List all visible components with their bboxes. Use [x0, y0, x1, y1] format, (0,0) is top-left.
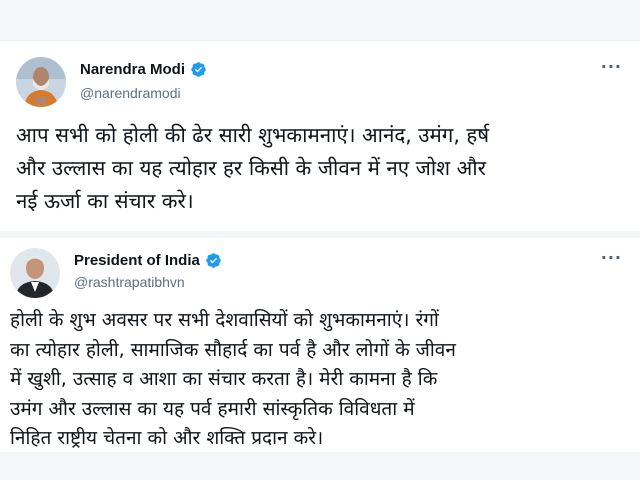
tweet-text: आप सभी को होली की ढेर सारी शुभकामनाएं। आ… — [16, 123, 490, 213]
ellipsis-icon[interactable]: ··· — [601, 250, 622, 266]
tweet-text: होली के शुभ अवसर पर सभी देशवासियों को शु… — [10, 309, 456, 449]
ellipsis-icon[interactable]: ··· — [601, 59, 622, 75]
tweet-card[interactable]: President of India @rashtrapatibhvn ··· … — [0, 238, 640, 452]
tweet-card[interactable]: Narendra Modi @narendramodi ··· आप सभी क… — [0, 40, 640, 231]
verified-badge-icon — [191, 62, 206, 77]
author-handle[interactable]: @rashtrapatibhvn — [74, 274, 185, 290]
author-name[interactable]: President of India — [74, 252, 200, 269]
verified-badge-icon — [206, 253, 221, 268]
author-avatar[interactable] — [10, 248, 60, 298]
author-handle[interactable]: @narendramodi — [80, 85, 181, 101]
author-avatar[interactable] — [16, 57, 66, 107]
author-name[interactable]: Narendra Modi — [80, 61, 185, 78]
